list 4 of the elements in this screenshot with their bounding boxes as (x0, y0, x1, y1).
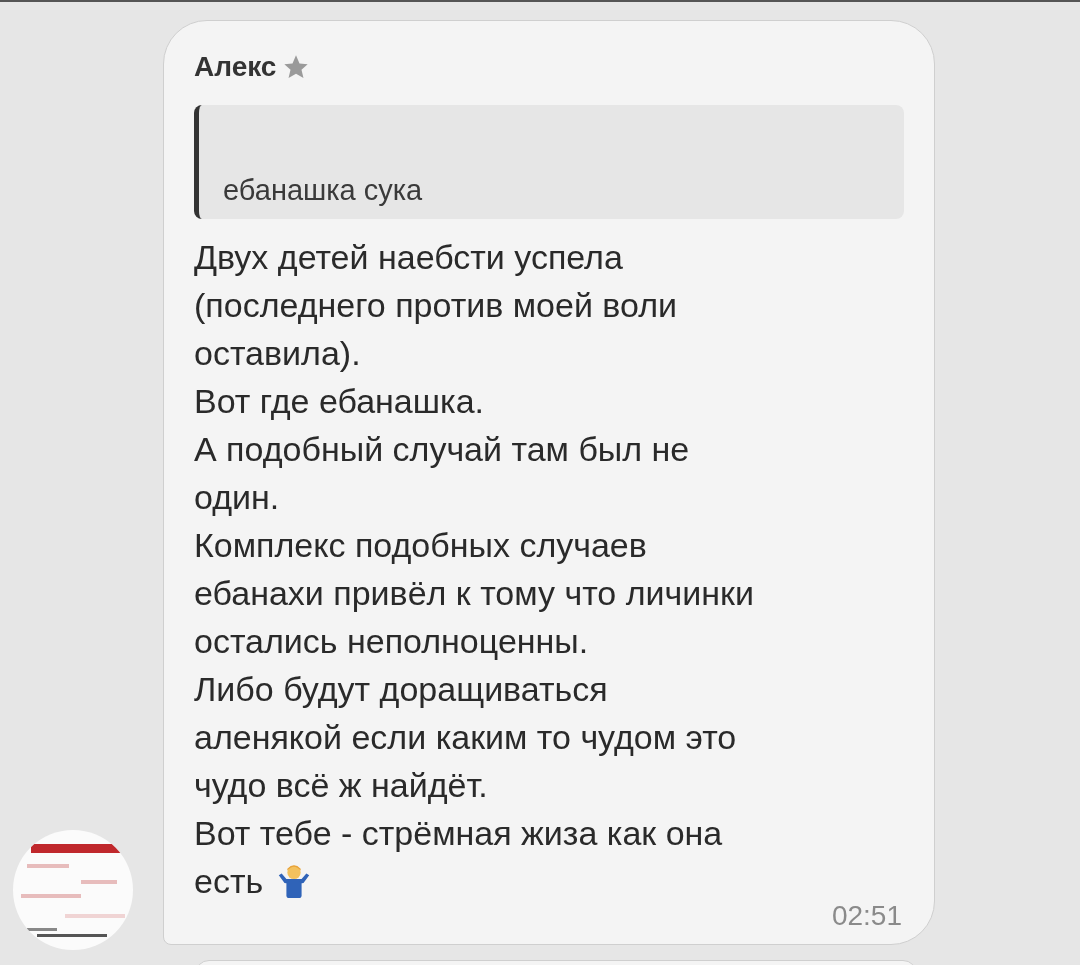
message-text: Двух детей наебсти успела (последнего против моей воли оставила). Вот где ебанашка. А подобный случай там был не один. Комплекс подобных случаев ебанахи привёл к тому что личинки остались неполноценны. Либо будут доращиваться аленякой если каким то чудом это чудо всё ж найдёт. Вот тебе - стрёмная жиза как она есть (194, 237, 755, 902)
sender-name: Алекс (194, 51, 277, 83)
quoted-message[interactable]: ебанашка сука (194, 105, 904, 219)
message-time: 02:51 (831, 900, 902, 932)
